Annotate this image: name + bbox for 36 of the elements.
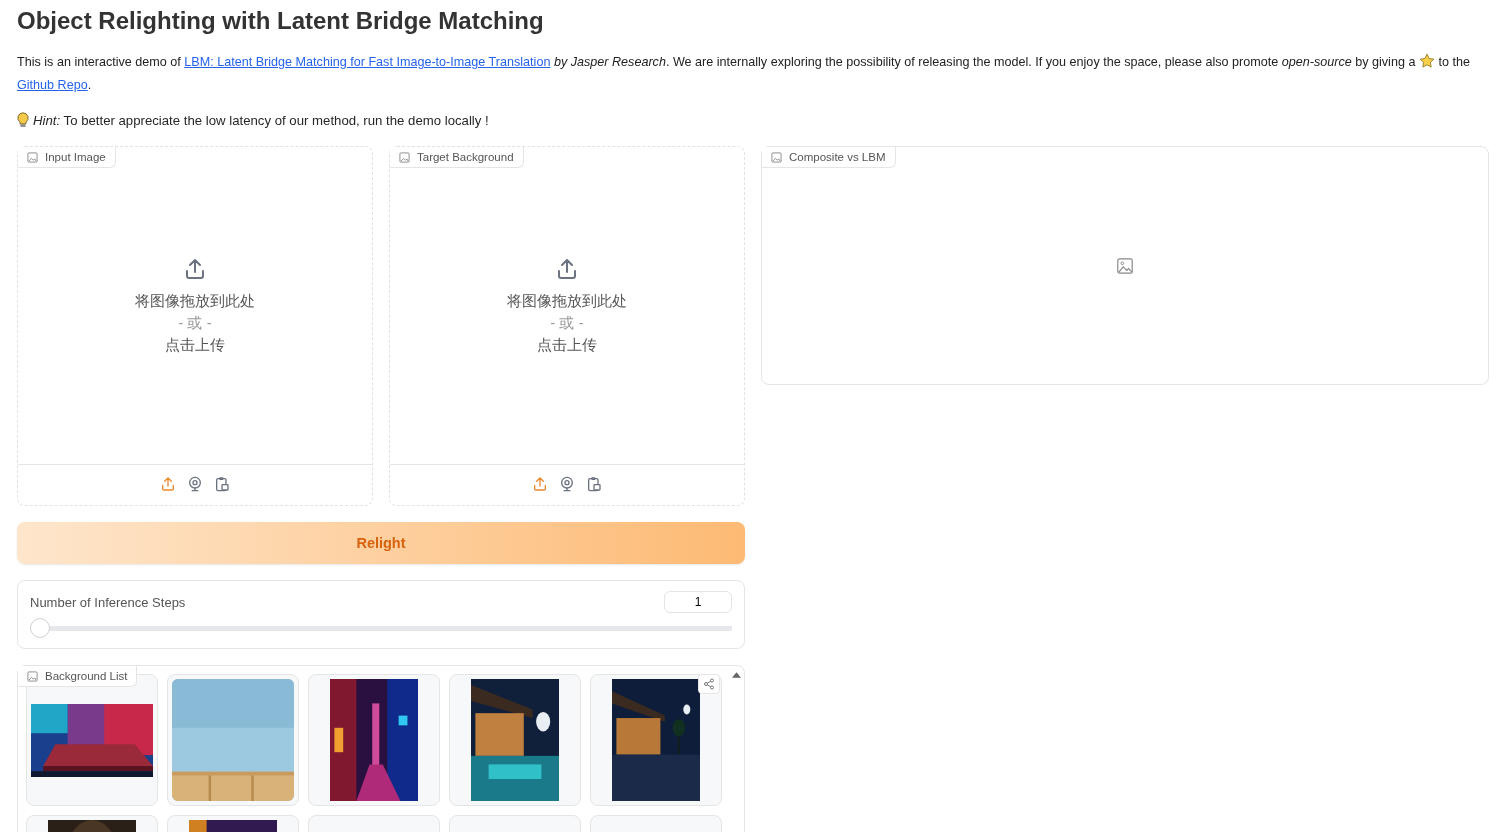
panel-label: Input Image [18,147,116,168]
image-icon [771,151,782,163]
scroll-up-icon[interactable] [732,672,741,678]
gallery-thumbnail[interactable] [26,674,158,806]
link[interactable]: LBM: Latent Bridge Matching for Fast Image-to-Image Translation [184,55,551,69]
upload-icon [183,256,207,281]
drop-text: 将图像拖放到此处 [507,291,627,311]
link[interactable]: Github Repo [17,78,88,92]
image-icon [27,151,38,163]
hint-text: Hint: To better appreciate the low latency of our method, run the demo locally ! [33,113,489,128]
image-upload-panel[interactable]: Input Image 将图像拖放到此处 - 或 - 点击上传 [17,146,373,506]
lightbulb-icon [17,112,29,129]
image-icon [399,151,410,163]
panel-label: Background List [18,666,138,687]
click-upload-text: 点击上传 [537,335,597,355]
share-button[interactable] [698,674,720,694]
image-upload-panel[interactable]: Target Background 将图像拖放到此处 - 或 - 点击上传 [389,146,745,506]
image-icon [27,670,38,682]
or-text: - 或 - [178,313,212,333]
gallery-thumbnail[interactable] [590,674,722,806]
page-title: Object Relighting with Latent Bridge Matching [17,6,545,36]
image-placeholder-icon [1116,256,1134,275]
upload-icon [555,256,579,281]
panel-label: Composite vs LBM [762,147,896,168]
slider-thumb[interactable] [30,618,50,638]
or-text: - 或 - [550,313,584,333]
drop-text: 将图像拖放到此处 [135,291,255,311]
number-input[interactable]: 1 [664,591,732,613]
gallery-thumbnail[interactable] [449,674,581,806]
slider-label: Number of Inference Steps [30,594,186,610]
star-icon [1418,53,1435,69]
share-icon [703,678,715,690]
click-upload-text: 点击上传 [165,335,225,355]
intro-paragraph: This is an interactive demo of LBM: Latent Bridge Matching for Fast Image-to-Image Translation by Jasper Research. We are internally exploring the possibility of releasing the model. If you enjoy the space, please also promote open-source by giving a to the Github Repo. [17,52,1471,94]
panel-label: Target Background [390,147,524,168]
gallery-thumbnail[interactable] [308,674,440,806]
